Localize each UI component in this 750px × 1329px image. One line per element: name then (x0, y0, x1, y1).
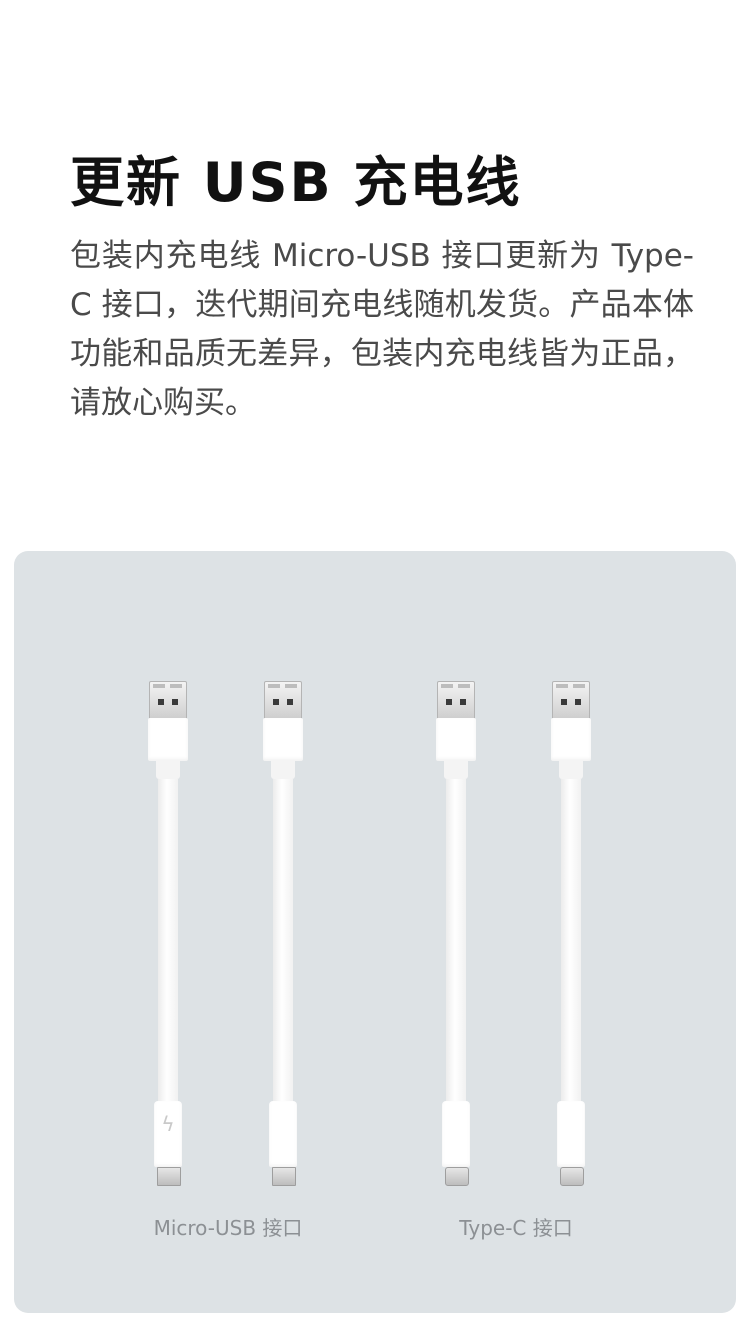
micro-usb-housing: ϟ (154, 1101, 182, 1167)
micro-usb-tip (272, 1167, 296, 1186)
description-text: 包装内充电线 Micro-USB 接口更新为 Type-C 接口，迭代期间充电线… (70, 238, 694, 421)
usb-a-plug (552, 681, 590, 719)
type-c-housing (557, 1101, 585, 1167)
lightning-bolt-icon: ϟ (161, 1112, 175, 1136)
usb-a-housing (263, 718, 303, 761)
usb-a-plug (149, 681, 187, 719)
type-c-housing (442, 1101, 470, 1167)
usb-a-plug (264, 681, 302, 719)
cable-comparison-panel: ϟ Micro-USB 接口 Type-C 接口 (14, 551, 736, 1313)
cable-cord (158, 779, 178, 1104)
micro-usb-label: Micro-USB 接口 (153, 1216, 303, 1240)
page-title: 更新 USB 充电线 (70, 151, 522, 214)
type-c-cable-1 (436, 681, 476, 1186)
micro-usb-tip (157, 1167, 181, 1186)
micro-usb-cable-2 (263, 681, 303, 1186)
type-c-tip (560, 1167, 584, 1186)
type-c-cable-2 (551, 681, 591, 1186)
micro-usb-housing (269, 1101, 297, 1167)
cable-cord (561, 779, 581, 1104)
micro-usb-cable-1: ϟ (148, 681, 188, 1186)
cable-cord (273, 779, 293, 1104)
type-c-label: Type-C 接口 (459, 1216, 573, 1240)
usb-a-plug (437, 681, 475, 719)
usb-a-housing (436, 718, 476, 761)
cable-cord (446, 779, 466, 1104)
usb-a-housing (148, 718, 188, 761)
usb-a-housing (551, 718, 591, 761)
type-c-tip (445, 1167, 469, 1186)
